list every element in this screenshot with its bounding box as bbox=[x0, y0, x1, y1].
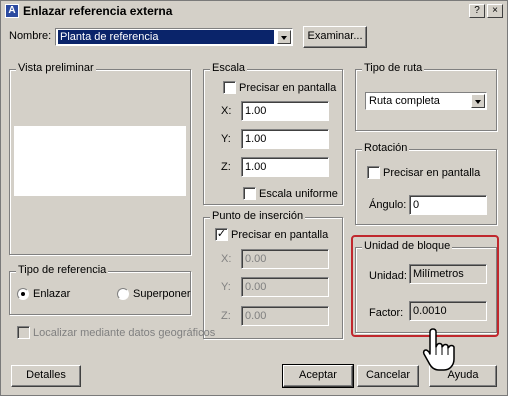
title-bar: A Enlazar referencia externa ? × bbox=[1, 1, 507, 23]
hand-pointer-icon bbox=[422, 328, 455, 371]
escala-y-input[interactable]: 1.00 bbox=[241, 129, 329, 149]
chevron-down-icon[interactable] bbox=[471, 94, 485, 108]
insercion-x-label: X: bbox=[221, 253, 232, 265]
insercion-y-value: 0.00 bbox=[245, 281, 267, 293]
enlazar-radio[interactable] bbox=[17, 288, 29, 300]
insercion-precisar-label: Precisar en pantalla bbox=[231, 229, 329, 241]
escala-x-label: X: bbox=[221, 105, 232, 117]
detalles-button[interactable]: Detalles bbox=[11, 365, 81, 387]
escala-x-value: 1.00 bbox=[245, 105, 267, 117]
nombre-dropdown[interactable]: Planta de referencia bbox=[55, 28, 293, 46]
insercion-x-input: 0.00 bbox=[241, 249, 329, 269]
insercion-precisar-checkbox[interactable]: ✓ bbox=[215, 228, 228, 241]
escala-z-value: 1.00 bbox=[245, 161, 267, 173]
escala-x-input[interactable]: 1.00 bbox=[241, 101, 329, 121]
xref-dialog: A Enlazar referencia externa ? × Nombre:… bbox=[0, 0, 508, 396]
vista-preliminar-title: Vista preliminar bbox=[16, 62, 96, 74]
escala-z-label: Z: bbox=[221, 161, 231, 173]
nombre-value: Planta de referencia bbox=[58, 30, 274, 44]
geo-label: Localizar mediante datos geográficos bbox=[33, 327, 216, 339]
escala-y-label: Y: bbox=[221, 133, 231, 145]
superponer-label: Superponer bbox=[133, 288, 191, 300]
insercion-z-value: 0.00 bbox=[245, 310, 267, 322]
examinar-button[interactable]: Examinar... bbox=[303, 26, 367, 48]
chevron-down-icon[interactable] bbox=[277, 30, 291, 44]
escala-uniforme-label: Escala uniforme bbox=[259, 188, 338, 200]
escala-z-input[interactable]: 1.00 bbox=[241, 157, 329, 177]
tipo-ruta-value: Ruta completa bbox=[369, 95, 440, 107]
insercion-y-label: Y: bbox=[221, 281, 231, 293]
angulo-input[interactable]: 0 bbox=[409, 195, 487, 215]
autocad-app-icon: A bbox=[5, 4, 19, 18]
preview-canvas bbox=[14, 126, 186, 196]
insercion-y-input: 0.00 bbox=[241, 277, 329, 297]
unidad-highlight-frame bbox=[351, 235, 499, 337]
tipo-ruta-title: Tipo de ruta bbox=[362, 62, 425, 74]
rotacion-title: Rotación bbox=[362, 142, 410, 154]
nombre-label: Nombre: bbox=[9, 30, 52, 42]
insercion-z-input: 0.00 bbox=[241, 306, 329, 326]
rotacion-precisar-label: Precisar en pantalla bbox=[383, 167, 481, 179]
escala-precisar-label: Precisar en pantalla bbox=[239, 82, 337, 94]
geo-checkbox bbox=[17, 326, 30, 339]
aceptar-button[interactable]: Aceptar bbox=[282, 364, 354, 388]
enlazar-label: Enlazar bbox=[33, 288, 71, 300]
tipo-ruta-dropdown[interactable]: Ruta completa bbox=[365, 92, 487, 110]
dialog-title: Enlazar referencia externa bbox=[23, 4, 173, 18]
tipo-referencia-title: Tipo de referencia bbox=[16, 264, 109, 276]
angulo-label: Ángulo: bbox=[369, 199, 407, 211]
rotacion-precisar-checkbox[interactable] bbox=[367, 166, 380, 179]
punto-insercion-title: Punto de inserción bbox=[210, 210, 306, 222]
superponer-radio[interactable] bbox=[117, 288, 129, 300]
vista-preliminar-group: Vista preliminar bbox=[9, 62, 191, 255]
escala-y-value: 1.00 bbox=[245, 133, 267, 145]
cancelar-button[interactable]: Cancelar bbox=[357, 365, 419, 387]
insercion-z-label: Z: bbox=[221, 310, 231, 322]
escala-precisar-checkbox[interactable] bbox=[223, 81, 236, 94]
angulo-value: 0 bbox=[413, 199, 420, 211]
escala-uniforme-checkbox[interactable] bbox=[243, 187, 256, 200]
close-icon-button[interactable]: × bbox=[487, 4, 503, 18]
insercion-x-value: 0.00 bbox=[245, 253, 267, 265]
escala-title: Escala bbox=[210, 62, 248, 74]
help-icon-button[interactable]: ? bbox=[469, 4, 485, 18]
